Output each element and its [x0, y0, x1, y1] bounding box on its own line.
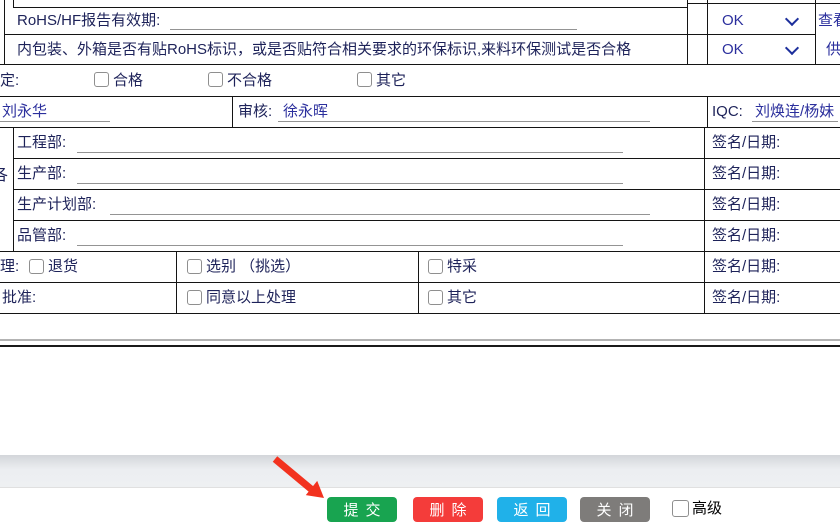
table-border [418, 251, 419, 313]
table-border [0, 127, 840, 128]
advanced-checkbox[interactable] [672, 500, 689, 517]
table-border [0, 96, 840, 97]
side-view-link-line2: 供 [826, 41, 840, 59]
table-border [13, 189, 840, 190]
packaging-question-label: 内包装、外箱是否有贴RoHS标识，或是否贴符合相关要求的环保标识,来料环保测试是… [17, 41, 631, 59]
dept-production-input[interactable] [77, 183, 623, 184]
packaging-status-value: OK [722, 41, 744, 59]
submit-button-label: 提交 [343, 499, 387, 520]
reviewer-input[interactable] [278, 121, 650, 122]
rohs-validity-input[interactable] [170, 29, 577, 30]
sign-date-label: 签名/日期: [712, 258, 780, 276]
checkbox-return-label: 退货 [48, 258, 78, 276]
review-label: 审核: [238, 103, 272, 121]
preparer-input[interactable] [0, 121, 110, 122]
checkbox-return[interactable] [29, 259, 44, 274]
approval-label: 批准: [2, 289, 36, 307]
checkbox-sorting[interactable] [187, 259, 202, 274]
judgement-label: 定: [0, 72, 19, 90]
table-border [13, 127, 14, 251]
delete-button[interactable]: 删除 [413, 497, 483, 522]
checkbox-other-approval[interactable] [428, 290, 443, 305]
table-border [815, 0, 816, 64]
iqc-input[interactable] [752, 121, 838, 122]
iqc-names: 刘焕连/杨妹 [755, 103, 834, 121]
sign-date-label: 签名/日期: [712, 227, 780, 245]
rohs-status-value: OK [722, 12, 744, 30]
checkbox-agree[interactable] [187, 290, 202, 305]
divider-gray [0, 339, 840, 341]
checkbox-concession-label: 特采 [447, 258, 477, 276]
iqc-report-page: RoHS/HF报告有效期: OK 内包装、外箱是否有贴RoHS标识，或是否贴符合… [0, 0, 840, 526]
checkbox-other-approval-label: 其它 [447, 289, 477, 307]
table-border [707, 96, 708, 127]
sign-date-label: 签名/日期: [712, 196, 780, 214]
iqc-label: IQC: [712, 103, 743, 121]
back-button[interactable]: 返回 [497, 497, 567, 522]
table-border [232, 96, 233, 127]
table-border [4, 34, 815, 35]
dept-quality-label: 品管部: [17, 227, 66, 245]
sign-date-label: 签名/日期: [712, 134, 780, 152]
table-border [0, 282, 840, 283]
checkbox-other-judgement[interactable] [357, 72, 372, 87]
sign-date-label: 签名/日期: [712, 165, 780, 183]
checkbox-fail-label: 不合格 [227, 72, 272, 90]
chevron-down-icon [785, 41, 799, 55]
dept-planning-label: 生产计划部: [17, 196, 96, 214]
checkbox-concession[interactable] [428, 259, 443, 274]
checkbox-sorting-label: 选别 （挑选） [206, 258, 300, 276]
delete-button-label: 删除 [429, 499, 473, 520]
table-border [687, 3, 840, 4]
dept-planning-input[interactable] [110, 214, 650, 215]
reviewer-name: 徐永晖 [283, 103, 328, 121]
left-clipped-char: 各 [0, 161, 8, 185]
side-view-link[interactable]: 查看 [818, 12, 840, 30]
dept-production-label: 生产部: [17, 165, 66, 183]
checkbox-pass-label: 合格 [113, 72, 143, 90]
table-border [0, 251, 840, 252]
preparer-name: 刘永华 [2, 103, 47, 121]
back-button-label: 返回 [513, 499, 557, 520]
checkbox-agree-label: 同意以上处理 [206, 289, 296, 307]
footer-toolbar-band [0, 455, 840, 488]
red-arrow-annotation [267, 451, 331, 505]
sign-date-label: 签名/日期: [712, 289, 780, 307]
dept-engineering-label: 工程部: [17, 134, 66, 152]
rohs-validity-label: RoHS/HF报告有效期: [17, 12, 160, 30]
close-button[interactable]: 关闭 [580, 497, 650, 522]
submit-button[interactable]: 提交 [327, 497, 397, 522]
close-button-label: 关闭 [596, 499, 640, 520]
checkbox-fail[interactable] [208, 72, 223, 87]
checkbox-pass[interactable] [94, 72, 109, 87]
table-border [13, 220, 840, 221]
rohs-status-dropdown[interactable]: OK [707, 7, 815, 34]
table-border [13, 158, 840, 159]
packaging-status-dropdown[interactable]: OK [707, 36, 815, 63]
table-border [13, 0, 14, 7]
table-border [704, 127, 705, 251]
chevron-down-icon [785, 12, 799, 26]
table-border [0, 64, 840, 65]
advanced-checkbox-label: 高级 [692, 500, 722, 518]
dept-quality-input[interactable] [77, 245, 623, 246]
table-border [704, 251, 705, 313]
divider-black [0, 345, 840, 347]
table-border [13, 7, 687, 8]
table-border [687, 0, 688, 64]
table-border [176, 251, 177, 313]
checkbox-other-judgement-label: 其它 [376, 72, 406, 90]
table-border [4, 0, 5, 64]
handling-label: 理: [0, 258, 19, 276]
table-border [0, 313, 840, 314]
dept-engineering-input[interactable] [77, 152, 623, 153]
